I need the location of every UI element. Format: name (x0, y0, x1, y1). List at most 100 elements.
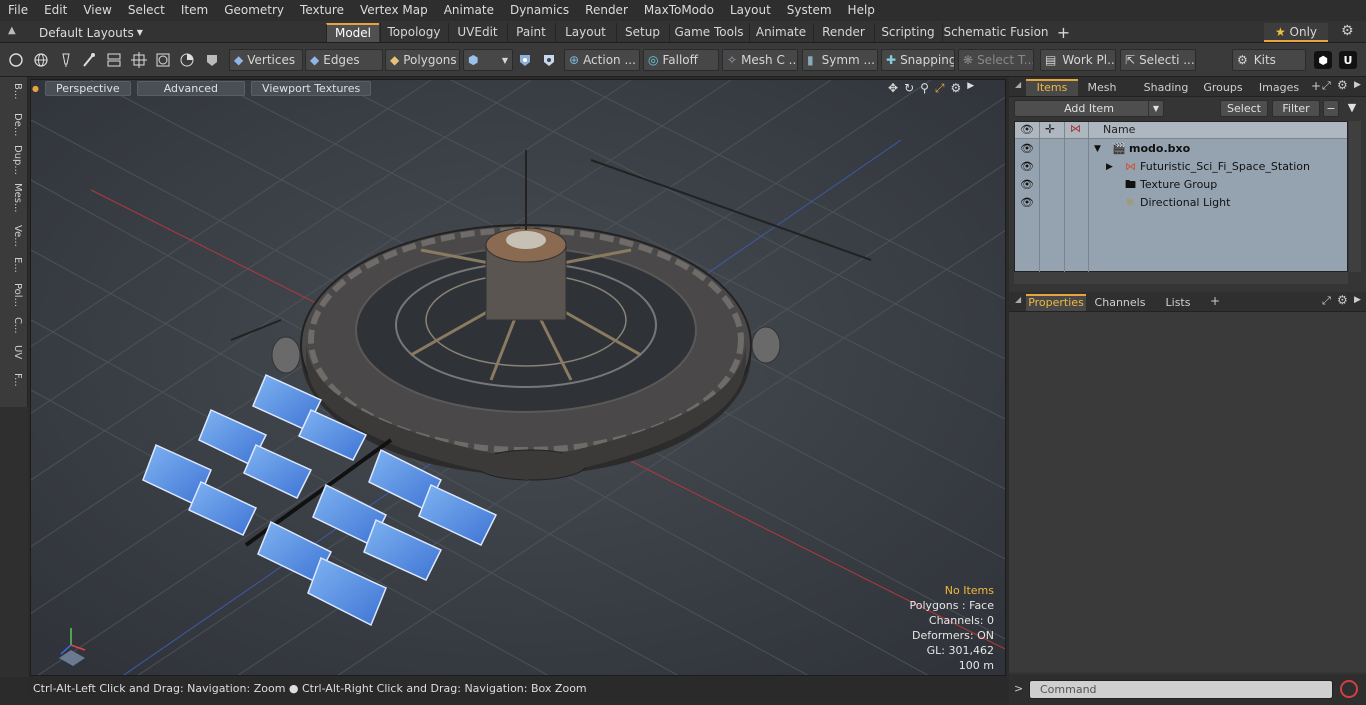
viewport-textures-button[interactable]: Viewport Textures (251, 80, 372, 96)
collapse-icon[interactable]: − (1323, 100, 1339, 117)
texture-icon[interactable] (540, 51, 558, 69)
expand-arrow-icon[interactable]: ▶ (1106, 158, 1113, 176)
tab-mesh[interactable]: Mesh ... (1081, 79, 1123, 111)
visibility-eye-icon[interactable]: 👁 (1020, 140, 1034, 158)
layout-collapse-icon[interactable]: ▲ (8, 25, 16, 36)
target-icon[interactable] (154, 51, 172, 69)
item-list-scrollbar[interactable] (1349, 121, 1361, 272)
polygons-button[interactable]: ◆ Polygons (385, 49, 460, 71)
axes-icon[interactable]: ⋈ (1070, 122, 1081, 135)
tab-topology[interactable]: Topology (380, 23, 447, 42)
item-list[interactable]: 👁 ✛ ⋈ Name 👁 ▼ 🎬 modo.bxo 👁 ▶ ⋈ Futurist… (1014, 121, 1348, 273)
list-item[interactable]: 👁 ☼ Directional Light (1015, 194, 1347, 212)
chevron-down-icon[interactable]: ▼ (1148, 100, 1164, 117)
tab-images[interactable]: Images (1251, 79, 1307, 96)
advanced-button[interactable]: Advanced (136, 80, 246, 96)
visibility-eye-icon[interactable]: 👁 (1020, 123, 1034, 136)
name-column-header[interactable]: Name (1103, 123, 1135, 136)
maximize-icon[interactable]: ⤢ (935, 81, 945, 96)
menu-view[interactable]: View (75, 0, 119, 21)
menu-texture[interactable]: Texture (292, 0, 352, 21)
kits-button[interactable]: ⚙ Kits (1232, 49, 1306, 71)
panel-menu-icon[interactable]: ▶ (1354, 80, 1361, 90)
menu-vertex-map[interactable]: Vertex Map (352, 0, 436, 21)
item-list-hscrollbar[interactable] (1014, 272, 1348, 284)
menu-layout[interactable]: Layout (722, 0, 779, 21)
add-tab-button[interactable]: + (1051, 23, 1076, 42)
tab-schematic-fusion[interactable]: Schematic Fusion (942, 23, 1049, 42)
command-input[interactable]: Command (1029, 680, 1333, 699)
menu-item[interactable]: Item (173, 0, 216, 21)
material-icon[interactable] (516, 51, 534, 69)
menu-maxtomodo[interactable]: MaxToModo (636, 0, 722, 21)
snapping-button[interactable]: ✚ Snapping (881, 49, 955, 71)
rail-duplicate[interactable]: Dup... (3, 145, 23, 179)
tab-channels[interactable]: Channels (1091, 294, 1149, 311)
vertices-button[interactable]: ◆ Vertices (229, 49, 303, 71)
edges-button[interactable]: ◆ Edges (305, 49, 383, 71)
add-tab-icon[interactable]: + (1210, 294, 1220, 308)
zoom-icon[interactable]: ⚲ (920, 81, 929, 96)
falloff-button[interactable]: ◎ Falloff (643, 49, 719, 71)
symmetry-button[interactable]: ▮ Symm ... (802, 49, 878, 71)
brush-icon[interactable] (80, 51, 98, 69)
work-plane-button[interactable]: ▤ Work Pl... (1040, 49, 1116, 71)
menu-edit[interactable]: Edit (36, 0, 75, 21)
menu-file[interactable]: File (0, 0, 36, 21)
add-tab-icon[interactable]: + (1311, 79, 1321, 93)
rail-curve[interactable]: C... (3, 317, 23, 341)
list-item[interactable]: 👁 🖿 Texture Group (1015, 176, 1347, 194)
select-through-button[interactable]: ❋ Select T... (958, 49, 1034, 71)
layout-dropdown[interactable]: Default Layouts ▼ (22, 24, 143, 41)
tab-uvedit[interactable]: UVEdit (448, 23, 506, 42)
expand-arrow-icon[interactable]: ▼ (1094, 140, 1101, 158)
menu-render[interactable]: Render (577, 0, 636, 21)
clock-icon[interactable] (178, 51, 196, 69)
unreal-icon[interactable]: U (1339, 51, 1357, 69)
menu-geometry[interactable]: Geometry (216, 0, 292, 21)
shield-icon[interactable] (203, 51, 221, 69)
perspective-button[interactable]: Perspective (44, 80, 131, 96)
viewport-menu-icon[interactable]: ▶ (967, 81, 974, 96)
record-icon[interactable] (1340, 680, 1358, 698)
tab-model[interactable]: Model (326, 23, 379, 42)
visibility-eye-icon[interactable]: 👁 (1020, 194, 1034, 212)
rail-basic[interactable]: B... (3, 83, 23, 109)
action-center-button[interactable]: ⊕ Action ... (564, 49, 640, 71)
list-item[interactable]: 👁 ▼ 🎬 modo.bxo (1015, 140, 1347, 158)
add-item-button[interactable]: Add Item (1014, 100, 1164, 117)
visibility-eye-icon[interactable]: 👁 (1020, 176, 1034, 194)
expand-icon[interactable]: ⤢ (1322, 79, 1331, 93)
visibility-eye-icon[interactable]: 👁 (1020, 158, 1034, 176)
list-item[interactable]: 👁 ▶ ⋈ Futuristic_Sci_Fi_Space_Station (1015, 158, 1347, 176)
pen-icon[interactable] (57, 51, 75, 69)
panel-gear-icon[interactable]: ⚙ (1337, 78, 1348, 92)
menu-help[interactable]: Help (840, 0, 883, 21)
group-icon[interactable] (105, 51, 123, 69)
panel-gear-icon[interactable]: ⚙ (1337, 293, 1348, 307)
lock-pin-icon[interactable]: ✛ (1045, 122, 1055, 136)
rail-edge[interactable]: E... (3, 257, 23, 279)
tab-scripting[interactable]: Scripting (874, 23, 941, 42)
tab-render[interactable]: Render (813, 23, 873, 42)
tab-properties[interactable]: Properties (1026, 294, 1086, 311)
rail-polygon[interactable]: Pol... (3, 283, 23, 313)
rail-uv[interactable]: UV (3, 345, 23, 369)
tab-layout[interactable]: Layout (555, 23, 615, 42)
item-mode-dropdown[interactable]: ⬢ ▼ (463, 49, 513, 71)
viewport-gear-icon[interactable]: ⚙ (951, 81, 962, 96)
unity-icon[interactable]: ⬢ (1314, 51, 1332, 69)
viewport-canvas[interactable] (31, 80, 1006, 676)
circle-select-icon[interactable] (7, 51, 25, 69)
tab-items[interactable]: Items (1026, 79, 1078, 96)
menu-animate[interactable]: Animate (436, 0, 502, 21)
selection-sets-button[interactable]: ⇱ Selecti ... (1120, 49, 1196, 71)
move-icon[interactable]: ✥ (888, 81, 898, 96)
3d-viewport[interactable] (30, 79, 1006, 676)
tab-game-tools[interactable]: Game Tools (669, 23, 748, 42)
tab-lists[interactable]: Lists (1154, 294, 1202, 311)
funnel-icon[interactable]: ▼ (1343, 100, 1361, 117)
rail-deform[interactable]: De... (3, 113, 23, 141)
tab-paint[interactable]: Paint (507, 23, 554, 42)
only-toggle[interactable]: ★ Only (1264, 23, 1328, 42)
